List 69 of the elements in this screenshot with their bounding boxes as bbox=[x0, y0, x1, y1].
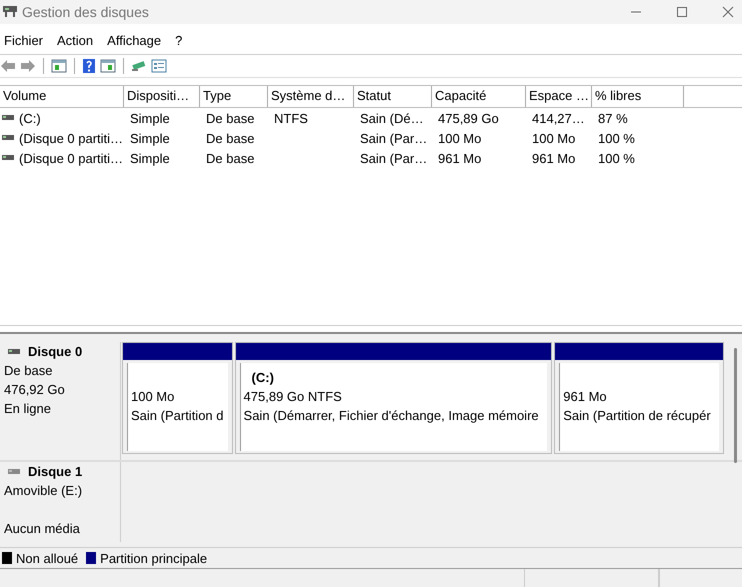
table-cell: 961 Mo bbox=[438, 150, 482, 166]
disk-state: Aucun média bbox=[4, 521, 80, 536]
maximize-icon[interactable] bbox=[676, 6, 688, 18]
volume-icon bbox=[2, 135, 14, 141]
table-cell: De base bbox=[206, 110, 254, 126]
table-cell: 961 Mo bbox=[532, 150, 576, 166]
close-icon[interactable] bbox=[722, 6, 734, 18]
forward-arrow-icon[interactable] bbox=[20, 59, 36, 73]
disk-name: Disque 1 bbox=[28, 463, 82, 481]
partition-status: Sain (Démarrer, Fichier d'échange, Image mémoire bbox=[244, 407, 540, 425]
table-cell: 100 Mo bbox=[532, 130, 576, 146]
menu-item[interactable]: Fichier bbox=[4, 32, 44, 48]
window-title: Gestion des disques bbox=[22, 4, 149, 20]
partition-block[interactable]: 961 Mo Sain (Partition de récupér bbox=[554, 342, 724, 454]
column-header[interactable]: Capacité bbox=[432, 86, 526, 107]
menu-item[interactable]: Affichage bbox=[107, 32, 162, 48]
app-icon bbox=[2, 5, 18, 19]
table-cell: 100 Mo bbox=[438, 130, 482, 146]
table-cell: 414,27… bbox=[532, 110, 585, 126]
drive-icon[interactable] bbox=[131, 59, 147, 73]
partition-status: Sain (Partition d bbox=[131, 407, 224, 425]
partition-block[interactable]: 100 Mo Sain (Partition d bbox=[122, 342, 233, 454]
table-cell: Sain (Par… bbox=[360, 130, 428, 146]
table-cell: Simple bbox=[130, 110, 170, 126]
table-cell: NTFS bbox=[274, 110, 308, 126]
table-cell: De base bbox=[206, 150, 254, 166]
volume-icon bbox=[2, 155, 14, 161]
table-cell: De base bbox=[206, 130, 254, 146]
column-header[interactable]: Dispositi… bbox=[124, 86, 200, 107]
partition-size: 100 Mo bbox=[131, 388, 176, 406]
table-cell: Simple bbox=[130, 150, 170, 166]
table-cell: Simple bbox=[130, 130, 170, 146]
menu-item[interactable]: ? bbox=[175, 32, 182, 48]
pane-splitter[interactable] bbox=[0, 325, 742, 334]
legend-label: Partition principale bbox=[100, 550, 208, 566]
table-cell: Sain (Dé… bbox=[360, 110, 424, 126]
column-header[interactable]: % libres bbox=[592, 86, 684, 107]
volume-icon bbox=[2, 115, 14, 121]
partition-status: Sain (Partition de récupér bbox=[563, 407, 712, 425]
scrollbar[interactable] bbox=[734, 348, 737, 463]
table-cell: (Disque 0 partiti… bbox=[19, 150, 124, 166]
table-cell: 87 % bbox=[598, 110, 628, 126]
help-icon[interactable] bbox=[82, 58, 96, 74]
disk-size: 476,92 Go bbox=[4, 382, 65, 397]
column-header[interactable]: Type bbox=[200, 86, 268, 107]
partition-title: (C:) bbox=[250, 370, 274, 385]
panel-icon[interactable] bbox=[51, 59, 67, 73]
legend-label: Non alloué bbox=[16, 550, 78, 566]
table-cell: 100 % bbox=[598, 130, 635, 146]
column-header[interactable]: Système d… bbox=[268, 86, 354, 107]
disk-type: Amovible (E:) bbox=[4, 483, 82, 498]
column-header[interactable]: Volume bbox=[0, 86, 124, 107]
disk-state: En ligne bbox=[4, 401, 51, 416]
table-cell: 475,89 Go bbox=[438, 110, 499, 126]
table-cell: (Disque 0 partiti… bbox=[19, 130, 124, 146]
menu-item[interactable]: Action bbox=[57, 32, 94, 48]
properties-icon[interactable] bbox=[151, 59, 167, 73]
disk-name: Disque 0 bbox=[28, 343, 82, 361]
disk-type: De base bbox=[4, 363, 52, 378]
partition-size: 475,89 Go NTFS bbox=[244, 388, 343, 406]
panel-icon[interactable] bbox=[100, 59, 116, 73]
table-cell: Sain (Par… bbox=[360, 150, 428, 166]
table-cell: 100 % bbox=[598, 150, 635, 166]
column-header[interactable]: Statut bbox=[354, 86, 432, 107]
table-cell: (C:) bbox=[19, 110, 41, 126]
column-header[interactable]: Espace … bbox=[526, 86, 592, 107]
partition-block[interactable]: (C:) 475,89 Go NTFS Sain (Démarrer, Fichier d'échange, Image mémoire bbox=[234, 342, 552, 454]
partition-size: 961 Mo bbox=[563, 388, 608, 406]
back-arrow-icon[interactable] bbox=[0, 59, 16, 73]
